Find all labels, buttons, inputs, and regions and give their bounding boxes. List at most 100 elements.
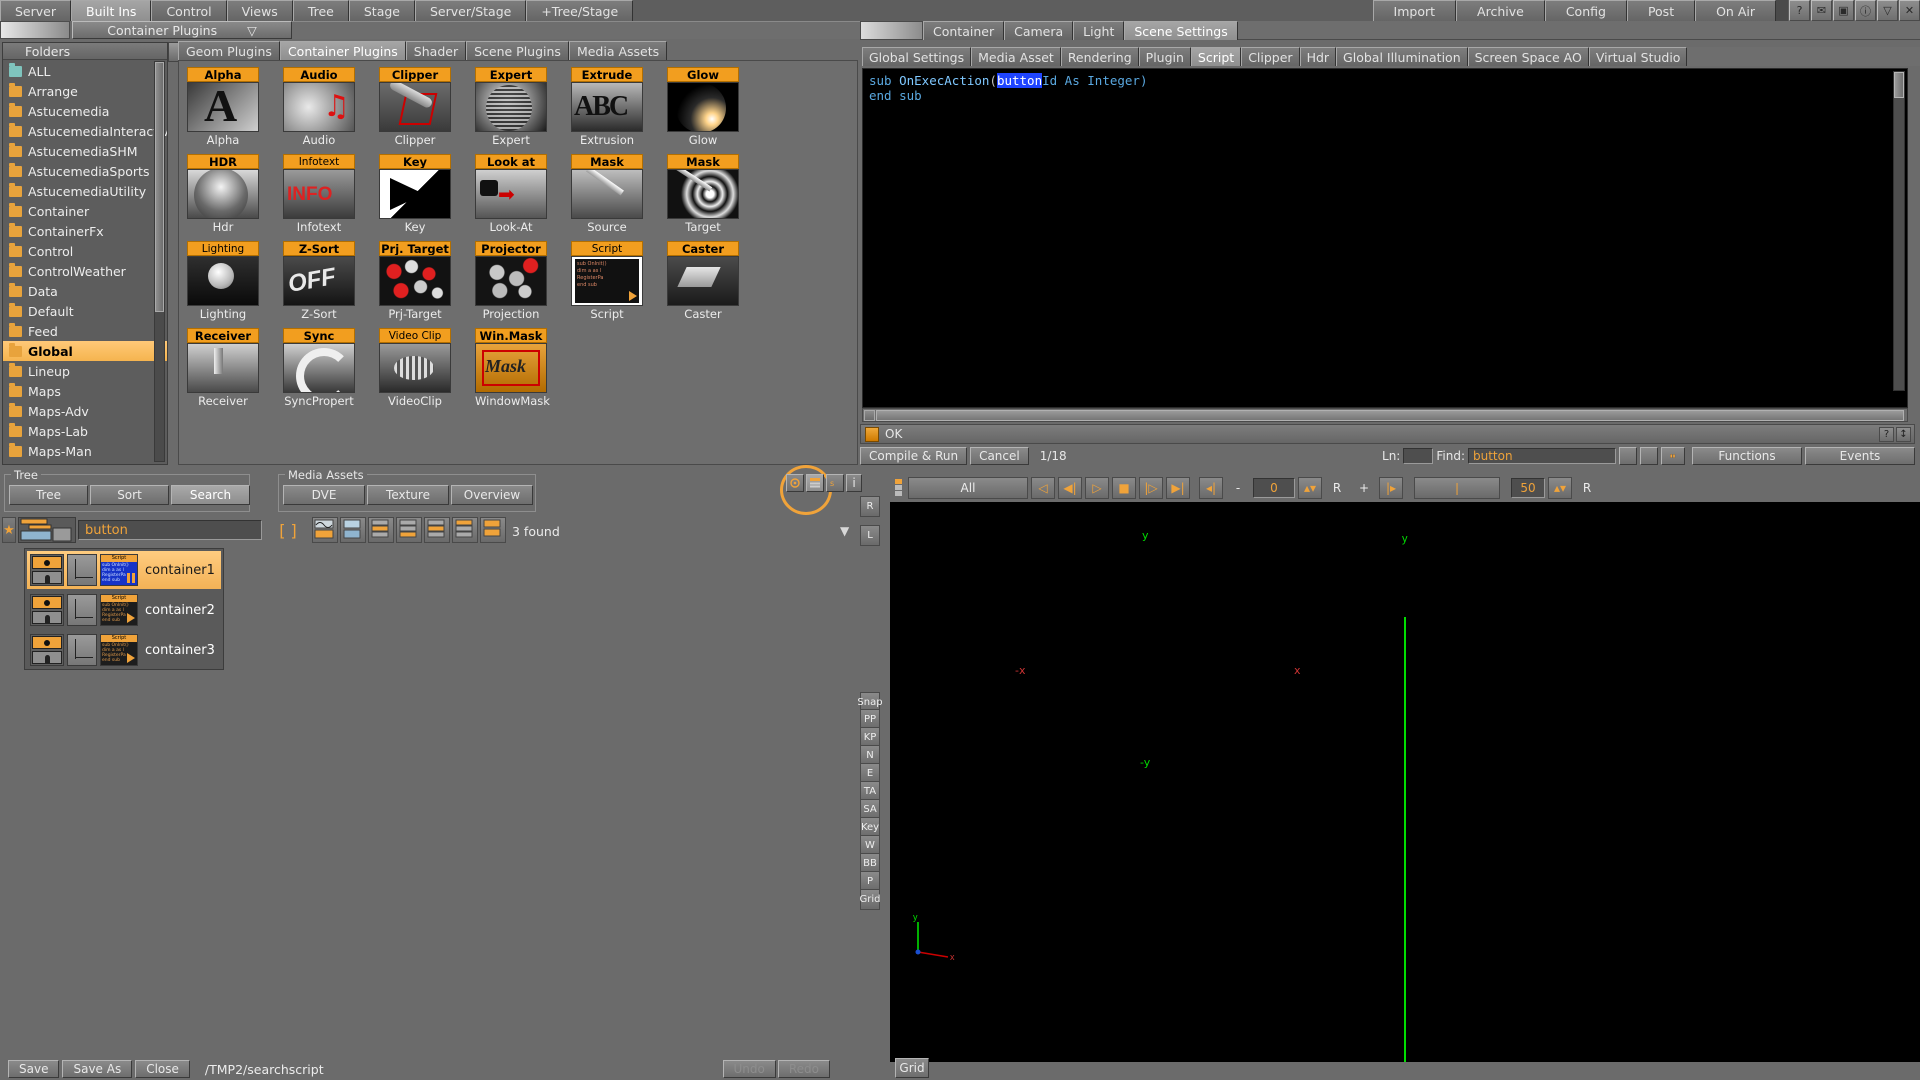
editor-vscroll-thumb[interactable] [1894,72,1904,98]
cancel-button[interactable]: Cancel [970,447,1029,465]
transform-axis-icon[interactable] [67,594,97,626]
scene-tab-script[interactable]: Script [1190,47,1242,66]
plugin-item[interactable]: Sync SyncPropert [283,328,355,408]
find-next-icon[interactable] [1640,447,1658,465]
action-archive[interactable]: Archive [1456,0,1545,21]
plugin-item[interactable]: Look at Look-At [475,154,547,234]
plugin-item[interactable]: Win.Mask WindowMask [475,328,550,408]
scene-tab-clipper[interactable]: Clipper [1241,47,1300,66]
plugin-item[interactable]: Projector Projection [475,241,547,321]
functions-button[interactable]: Functions [1692,447,1802,465]
plugin-item[interactable]: Expert Expert [475,67,547,147]
stop-button[interactable]: ■ [1112,477,1136,499]
right-tab-scene-settings[interactable]: Scene Settings [1124,21,1238,40]
folder-item[interactable]: Control [3,241,167,261]
line-number-input[interactable] [1403,448,1434,464]
plugin-tab-shader[interactable]: Shader [405,41,467,60]
3d-viewport[interactable]: y y -y -x x y x [890,502,1920,1080]
search-result-row[interactable]: Script sub OnInit() dim a as l RegisterPa… [27,591,221,629]
tree-mode-tree[interactable]: Tree [9,485,88,505]
layout-filter-icon-4[interactable] [424,517,450,543]
plugin-item[interactable]: Lighting Lighting [187,241,259,321]
folder-item[interactable]: Feed [3,321,167,341]
layout-filter-icon-2[interactable] [368,517,394,543]
help-small-icon[interactable]: ? [1879,427,1894,442]
folder-item[interactable]: Global [3,341,167,361]
close-button[interactable]: Close [135,1060,190,1078]
mail-icon[interactable]: ✉ [1811,0,1832,21]
prev-frame-button[interactable]: ◁ [1031,477,1055,499]
folder-item[interactable]: Arrange [3,81,167,101]
media-mode-texture[interactable]: Texture [367,485,449,505]
info-icon[interactable]: ⓘ [1855,0,1876,21]
plugin-tab-scene-plugins[interactable]: Scene Plugins [466,41,569,60]
editor-hscroll-left-arrow[interactable] [864,410,875,421]
find-prev-icon[interactable] [1619,447,1637,465]
plugin-item[interactable]: Audio Audio [283,67,355,147]
folder-item[interactable]: Data [3,281,167,301]
editor-hscroll-thumb[interactable] [876,410,1904,421]
menu-item-server-stage[interactable]: Server/Stage [415,0,527,21]
action-on-air[interactable]: On Air [1695,0,1776,21]
set-out-point-button[interactable]: |▸ [1379,477,1403,499]
menu-item-views[interactable]: Views [226,0,293,21]
scene-tab-screen-space-ao[interactable]: Screen Space AO [1467,47,1589,66]
folder-item[interactable]: Maps [3,381,167,401]
folder-item[interactable]: AstucemediaUtility [3,181,167,201]
folder-item[interactable]: Maps-Man [3,441,167,461]
all-range-button[interactable]: All [908,477,1028,499]
plugin-item[interactable]: Extrude Extrusion [571,67,643,147]
undo-button[interactable]: Undo [722,1060,776,1078]
right-tab-container[interactable]: Container [923,21,1005,40]
plugin-item[interactable]: Z-Sort Z-Sort [283,241,355,321]
folder-item[interactable]: Lineup [3,361,167,381]
menu-item-control[interactable]: Control [151,0,227,21]
folders-scrollbar[interactable] [154,61,165,462]
plugin-item[interactable]: Receiver Receiver [187,328,259,408]
frame-stepper[interactable]: ▴▾ [1298,477,1322,499]
folder-item[interactable]: Maps-Adv [3,401,167,421]
plugin-tab-geom-plugins[interactable]: Geom Plugins [178,41,280,60]
visibility-toggle-icon[interactable] [30,634,64,666]
close-icon[interactable]: ✕ [1899,0,1920,21]
script-plugin-icon[interactable]: Script sub OnInit() dim a as l RegisterPa… [100,594,138,626]
scene-tab-global-settings[interactable]: Global Settings [862,47,972,66]
visibility-toggle-icon[interactable] [30,554,64,586]
search-result-row[interactable]: Script sub OnInit() dim a as l RegisterPa… [27,631,221,669]
script-plugin-icon[interactable]: Script sub OnInit() dim a as l RegisterPa… [100,554,138,586]
folder-item[interactable]: Container [3,201,167,221]
transform-axis-icon[interactable] [67,554,97,586]
folder-item[interactable]: AstucemediaInteractive [3,121,167,141]
toolbar-grip[interactable] [894,477,904,499]
curve-filter-icon[interactable] [312,517,338,543]
layout-filter-icon-3[interactable] [396,517,422,543]
save-button[interactable]: Save [8,1060,60,1078]
minimize-icon[interactable]: ▽ [1877,0,1898,21]
plugin-item[interactable]: Alpha Alpha [187,67,259,147]
speed-input[interactable]: 50 [1511,478,1545,498]
go-to-end-button[interactable]: ▶| [1166,477,1190,499]
script-editor[interactable]: sub OnExecAction(buttonId As Integer) en… [862,68,1908,408]
plugin-item[interactable]: Key Key [379,154,451,234]
redo-button[interactable]: Redo [777,1060,830,1078]
folder-item[interactable]: Default [3,301,167,321]
plugin-item[interactable]: Clipper Clipper [379,67,451,147]
marker-button[interactable]: ❘ [1414,477,1500,499]
speed-stepper[interactable]: ▴▾ [1548,477,1572,499]
go-to-start-button[interactable]: ◀| [1058,477,1082,499]
compile-and-run-button[interactable]: Compile & Run [860,447,968,465]
plugin-item[interactable]: Prj. Target Prj-Target [379,241,451,321]
folder-item[interactable]: AstucemediaSports [3,161,167,181]
visibility-toggle-icon[interactable] [30,594,64,626]
tree-mode-sort[interactable]: Sort [90,485,169,505]
search-result-row[interactable]: Script sub OnInit() dim a as l RegisterPa… [27,551,221,589]
side-tool-grid[interactable]: Grid [860,889,881,910]
settings-gear-icon[interactable] [786,474,804,492]
plugin-item[interactable]: Video Clip VideoClip [379,328,451,408]
scene-tab-virtual-studio[interactable]: Virtual Studio [1588,47,1688,66]
search-expand-icon[interactable]: ▼ [840,524,849,538]
right-tab-light[interactable]: Light [1073,21,1125,40]
play-button[interactable]: ▷ [1085,477,1109,499]
editor-vertical-scrollbar[interactable] [1893,71,1905,391]
plugin-item[interactable]: Mask Target [667,154,739,234]
